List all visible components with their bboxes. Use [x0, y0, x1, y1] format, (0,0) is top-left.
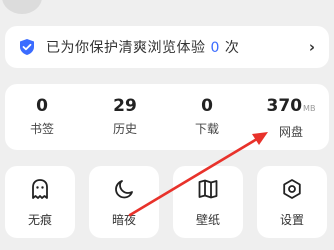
- stat-cloud-drive[interactable]: 370MB 网盘: [251, 96, 331, 139]
- stat-label: 书签: [29, 122, 54, 136]
- stat-bookmarks[interactable]: 0 书签: [2, 96, 82, 136]
- tile-wallpaper[interactable]: 壁纸: [173, 166, 243, 238]
- shield-check-icon: [18, 38, 36, 56]
- stat-value: 370: [266, 96, 303, 116]
- chevron-right-icon: ›: [308, 38, 315, 56]
- book-icon: [173, 178, 243, 200]
- tile-label: 无痕: [27, 213, 52, 227]
- stat-value: 0: [36, 96, 48, 116]
- stats-card: 0 书签 29 历史 0 下载 370MB 网盘: [5, 84, 329, 150]
- browser-menu-panel: 已为你保护清爽浏览体验 0 次 › 0 书签 29 历史 0 下载 370MB 网盘: [0, 0, 334, 250]
- stat-label: 下载: [194, 122, 219, 136]
- stat-downloads[interactable]: 0 下载: [167, 96, 247, 136]
- tile-night-mode[interactable]: 暗夜: [89, 166, 159, 238]
- tile-label: 暗夜: [111, 213, 136, 227]
- ghost-icon: [5, 178, 75, 200]
- protection-count: 0: [210, 40, 220, 56]
- tile-settings[interactable]: 设置: [257, 166, 327, 238]
- protection-text: 已为你保护清爽浏览体验 0 次: [46, 37, 239, 57]
- gear-icon: [257, 178, 327, 200]
- stat-history[interactable]: 29 历史: [85, 96, 165, 136]
- tile-label: 设置: [279, 213, 304, 227]
- stat-label: 历史: [112, 122, 137, 136]
- stat-value: 29: [113, 96, 137, 116]
- protection-banner[interactable]: 已为你保护清爽浏览体验 0 次 ›: [5, 26, 329, 68]
- tile-incognito[interactable]: 无痕: [5, 166, 75, 238]
- protection-suffix: 次: [224, 40, 240, 56]
- stat-label: 网盘: [278, 125, 303, 139]
- stat-unit: MB: [303, 104, 316, 113]
- stat-value: 0: [201, 96, 213, 116]
- avatar[interactable]: [2, 0, 42, 14]
- protection-prefix: 已为你保护清爽浏览体验: [46, 40, 206, 56]
- tile-label: 壁纸: [195, 213, 220, 227]
- moon-icon: [89, 178, 159, 200]
